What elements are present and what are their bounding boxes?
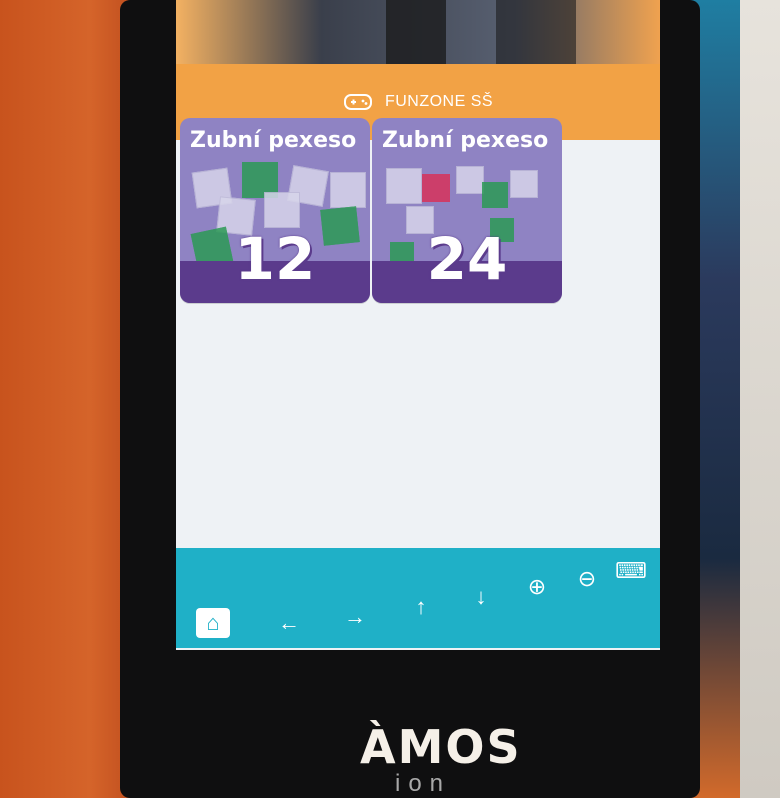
arrow-up-icon[interactable]: ↑: [404, 592, 438, 622]
game-tile-pexeso-12[interactable]: Zubní pexeso 12: [180, 118, 370, 303]
game-list: Zubní pexeso 12 Zubní pexeso 24: [176, 118, 660, 308]
gamepad-icon: [343, 92, 373, 112]
game-tile-pexeso-24[interactable]: Zubní pexeso 24: [372, 118, 562, 303]
keyboard-icon[interactable]: ⌨: [614, 556, 648, 586]
arrow-down-icon[interactable]: ↓: [464, 582, 498, 612]
navigation-toolbar: ⌂ ← → ↑ ↓ ⊕ ⊖ ⌨: [176, 548, 660, 648]
brand-logo: ÀMOS: [360, 720, 522, 774]
zoom-out-icon[interactable]: ⊖: [570, 564, 604, 594]
brand-subtext: ion: [395, 770, 452, 797]
pair-count: 24: [426, 225, 508, 293]
arrow-left-icon[interactable]: ←: [272, 608, 306, 638]
game-title: Zubní pexeso: [382, 128, 549, 153]
section-title: FUNZONE SŠ: [384, 93, 494, 110]
game-title: Zubní pexeso: [190, 128, 357, 153]
arrow-right-icon[interactable]: →: [338, 602, 372, 632]
home-icon[interactable]: ⌂: [196, 608, 230, 638]
kiosk-screen: FUNZONE SŠ Zubní pexeso 12 Zubní pexeso: [176, 0, 660, 650]
zoom-in-icon[interactable]: ⊕: [520, 572, 554, 602]
pair-count: 12: [234, 225, 316, 293]
